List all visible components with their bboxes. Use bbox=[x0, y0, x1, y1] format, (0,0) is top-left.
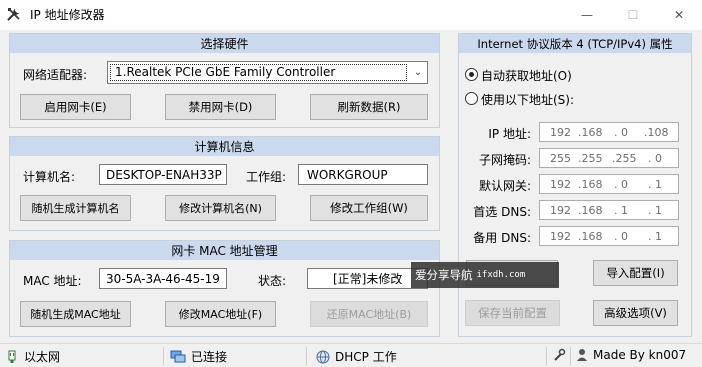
ip-octet: .255 bbox=[612, 152, 637, 165]
auto-address-radio[interactable] bbox=[465, 68, 478, 81]
minimize-button[interactable]: — bbox=[564, 0, 610, 30]
workgroup-label: 工作组: bbox=[246, 170, 287, 184]
computer-name-field[interactable]: DESKTOP-ENAH33P bbox=[99, 164, 227, 185]
status-divider bbox=[163, 347, 164, 365]
advanced-options-button[interactable]: 高级选项(V) bbox=[593, 300, 678, 326]
gateway-label: 默认网关: bbox=[478, 179, 531, 193]
save-config-button[interactable]: 保存当前配置 bbox=[465, 300, 560, 326]
watermark-text: 爱分享导航 bbox=[415, 268, 473, 282]
hardware-group: 选择硬件 网络适配器: 1.Realtek PCIe GbE Family Co… bbox=[9, 33, 440, 128]
ip-octet: .168 bbox=[578, 204, 603, 217]
connection-type-item: 以太网 bbox=[6, 348, 60, 365]
maximize-button[interactable]: ☐ bbox=[610, 0, 656, 30]
hardware-group-header: 选择硬件 bbox=[10, 34, 439, 53]
mac-status-label: 状态: bbox=[258, 274, 287, 288]
ip-octet: 192 bbox=[550, 230, 571, 243]
dhcp-state-item: DHCP 工作 bbox=[316, 348, 397, 365]
close-button[interactable]: ✕ bbox=[656, 0, 702, 30]
ethernet-icon bbox=[8, 350, 16, 363]
ip-octet: . 1 bbox=[648, 204, 662, 217]
watermark-overlay: 爱分享导航 ifxdh.com bbox=[411, 262, 559, 288]
ip-octet: .168 bbox=[578, 178, 603, 191]
status-divider bbox=[570, 347, 571, 365]
status-bar: 以太网 已连接 DHCP 工作 Made By kn007 bbox=[0, 343, 702, 367]
credit-item: Made By kn007 bbox=[576, 348, 686, 362]
preferred-dns-field[interactable]: 192 .168 . 1 . 1 bbox=[539, 200, 679, 220]
mac-status-field: [正常]未修改 bbox=[307, 268, 428, 289]
change-mac-button[interactable]: 修改MAC地址(F) bbox=[165, 301, 276, 327]
ip-octet: . 1 bbox=[648, 230, 662, 243]
manual-address-radio[interactable] bbox=[465, 92, 478, 105]
tools-icon bbox=[7, 8, 20, 21]
alternate-dns-label: 备用 DNS: bbox=[473, 231, 531, 245]
client-area: 选择硬件 网络适配器: 1.Realtek PCIe GbE Family Co… bbox=[0, 30, 702, 343]
auto-address-label[interactable]: 自动获取地址(O) bbox=[481, 67, 572, 84]
workgroup-field[interactable]: WORKGROUP bbox=[298, 164, 428, 185]
mac-address-label: MAC 地址: bbox=[23, 274, 82, 288]
ip-octet: . 1 bbox=[648, 178, 662, 191]
alternate-dns-field[interactable]: 192 .168 . 0 . 1 bbox=[539, 226, 679, 246]
tcpip-group: Internet 协议版本 4 (TCP/IPv4) 属性 自动获取地址(O) … bbox=[458, 33, 692, 337]
tools-status-item bbox=[552, 348, 566, 362]
ip-address-field[interactable]: 192 .168 . 0 .108 bbox=[539, 122, 679, 142]
ip-octet: . 1 bbox=[614, 204, 628, 217]
random-mac-button[interactable]: 随机生成MAC地址 bbox=[20, 301, 131, 327]
ip-octet: . 0 bbox=[614, 178, 628, 191]
subnet-mask-field[interactable]: 255 .255 .255 . 0 bbox=[539, 148, 679, 168]
chevron-down-icon[interactable]: ⌄ bbox=[409, 62, 427, 83]
user-icon bbox=[577, 349, 587, 361]
globe-icon bbox=[316, 350, 330, 363]
ip-octet: 255 bbox=[550, 152, 571, 165]
ip-octet: .168 bbox=[578, 230, 603, 243]
refresh-button[interactable]: 刷新数据(R) bbox=[310, 94, 428, 120]
change-computer-name-button[interactable]: 修改计算机名(N) bbox=[165, 195, 276, 221]
mac-group-header: 网卡 MAC 地址管理 bbox=[10, 241, 439, 260]
manual-address-label[interactable]: 使用以下地址(S): bbox=[481, 91, 574, 108]
mac-group: 网卡 MAC 地址管理 MAC 地址: 30-5A-3A-46-45-19 状态… bbox=[9, 240, 440, 337]
ip-octet: .255 bbox=[578, 152, 603, 165]
wrench-icon bbox=[554, 348, 566, 361]
adapter-select[interactable]: 1.Realtek PCIe GbE Family Controller ⌄ bbox=[107, 61, 428, 84]
computer-name-label: 计算机名: bbox=[23, 170, 76, 184]
subnet-mask-label: 子网掩码: bbox=[478, 153, 531, 167]
credit-text: Made By kn007 bbox=[593, 348, 687, 362]
status-divider bbox=[306, 347, 307, 365]
ip-octet: 192 bbox=[550, 178, 571, 191]
tcpip-group-header: Internet 协议版本 4 (TCP/IPv4) 属性 bbox=[459, 34, 691, 53]
ip-address-label: IP 地址: bbox=[488, 127, 531, 141]
random-computer-name-button[interactable]: 随机生成计算机名 bbox=[20, 195, 131, 221]
gateway-field[interactable]: 192 .168 . 0 . 1 bbox=[539, 174, 679, 194]
ip-octet: . 0 bbox=[614, 126, 628, 139]
ip-octet: .168 bbox=[578, 126, 603, 139]
connection-type-text: 以太网 bbox=[24, 350, 61, 364]
change-workgroup-button[interactable]: 修改工作组(W) bbox=[310, 195, 428, 221]
preferred-dns-label: 首选 DNS: bbox=[473, 205, 531, 219]
mac-address-field[interactable]: 30-5A-3A-46-45-19 bbox=[99, 268, 227, 289]
computer-info-group: 计算机信息 计算机名: DESKTOP-ENAH33P 工作组: WORKGRO… bbox=[9, 136, 440, 231]
connection-state-item: 已连接 bbox=[170, 348, 227, 365]
watermark-url: ifxdh.com bbox=[476, 270, 526, 280]
ip-octet: 192 bbox=[550, 126, 571, 139]
disable-adapter-button[interactable]: 禁用网卡(D) bbox=[165, 94, 276, 120]
computer-info-header: 计算机信息 bbox=[10, 137, 439, 156]
adapter-label: 网络适配器: bbox=[23, 68, 88, 82]
enable-adapter-button[interactable]: 启用网卡(E) bbox=[20, 94, 131, 120]
restore-mac-button[interactable]: 还原MAC地址(B) bbox=[310, 301, 428, 327]
adapter-selected-value: 1.Realtek PCIe GbE Family Controller bbox=[110, 64, 407, 81]
network-connected-icon bbox=[170, 350, 186, 362]
import-config-button[interactable]: 导入配置(I) bbox=[593, 260, 678, 286]
ip-octet: . 0 bbox=[614, 230, 628, 243]
status-divider bbox=[546, 347, 547, 365]
window-title: IP 地址修改器 bbox=[30, 8, 105, 22]
dhcp-state-text: DHCP 工作 bbox=[335, 350, 397, 364]
ip-octet: . 0 bbox=[648, 152, 662, 165]
ip-octet: .108 bbox=[644, 126, 669, 139]
title-bar: IP 地址修改器 — ☐ ✕ bbox=[0, 0, 702, 30]
connection-state-text: 已连接 bbox=[191, 350, 228, 364]
ip-octet: 192 bbox=[550, 204, 571, 217]
